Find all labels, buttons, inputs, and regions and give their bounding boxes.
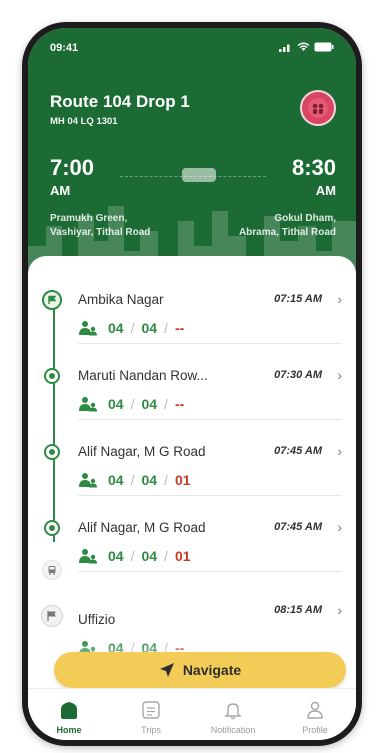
chevron-right-icon: › xyxy=(337,519,342,535)
signal-icon xyxy=(279,44,290,52)
from-address-line2: Vashiyar, Tithal Road xyxy=(50,227,151,238)
divider xyxy=(78,571,342,572)
profile-icon xyxy=(307,701,323,719)
count-separator: / xyxy=(130,548,135,564)
to-address-line2: Abrama, Tithal Road xyxy=(238,227,336,238)
status-bar: 09:41 xyxy=(50,42,334,58)
passenger-counts: 04 / 04 / -- xyxy=(78,320,184,336)
count-separator: / xyxy=(164,320,168,336)
count-absent: 01 xyxy=(174,472,191,488)
route-title: Route 104 Drop 1 xyxy=(50,92,190,111)
chevron-right-icon: › xyxy=(337,291,342,307)
passenger-counts: 04 / 04 / 01 xyxy=(78,548,191,564)
stop-dot-icon xyxy=(44,444,60,460)
stop-time: 07:45 AM xyxy=(274,521,322,533)
stop-time: 08:15 AM xyxy=(274,604,322,616)
count-onboard: 04 xyxy=(108,320,124,336)
count-separator: / xyxy=(130,320,135,336)
avatar[interactable] xyxy=(300,90,336,126)
count-onboard: 04 xyxy=(108,472,124,488)
count-separator: / xyxy=(130,396,135,412)
count-present: 04 xyxy=(141,472,158,488)
passengers-icon xyxy=(79,549,97,564)
stop-item[interactable]: Maruti Nandan Row... 07:30 AM › 04 / 04 … xyxy=(28,344,356,420)
bell-icon xyxy=(224,703,242,720)
stop-name: Uffizio xyxy=(78,612,116,627)
stop-item[interactable]: Alif Nagar, M G Road 07:45 AM › 04 / 04 … xyxy=(28,420,356,496)
stop-time: 07:45 AM xyxy=(274,445,322,457)
stop-item[interactable]: Ambika Nagar 07:15 AM › 04 / 04 / -- xyxy=(28,268,356,344)
end-time: 8:30 xyxy=(291,155,336,180)
finish-flag-icon xyxy=(41,605,63,627)
count-onboard: 04 xyxy=(108,396,124,412)
count-absent: -- xyxy=(174,396,185,412)
navigate-label: Navigate xyxy=(182,662,242,678)
battery-icon xyxy=(314,42,334,52)
navigation-arrow-icon xyxy=(159,663,174,677)
tab-label: Home xyxy=(56,725,82,735)
count-absent: -- xyxy=(174,320,185,336)
stop-time: 07:30 AM xyxy=(274,369,322,381)
tab-trips[interactable]: Trips xyxy=(110,691,192,740)
stop-name: Alif Nagar, M G Road xyxy=(78,520,206,535)
status-time: 09:41 xyxy=(50,42,79,54)
count-separator: / xyxy=(164,472,168,488)
from-address-line1: Pramukh Green, xyxy=(50,213,128,224)
navigate-button[interactable]: Navigate xyxy=(54,652,346,688)
user-avatar-icon xyxy=(308,98,328,118)
to-address-line1: Gokul Dham, xyxy=(274,213,336,224)
phone-frame: 09:41 Route 104 Drop 1 MH 04 LQ 1301 7:0… xyxy=(22,22,362,746)
start-time: 7:00 xyxy=(50,155,95,180)
tab-label: Profile xyxy=(302,725,328,735)
chevron-right-icon: › xyxy=(337,367,342,383)
trips-icon xyxy=(142,701,160,719)
app-screen: 09:41 Route 104 Drop 1 MH 04 LQ 1301 7:0… xyxy=(28,28,356,740)
stop-dot-icon xyxy=(44,368,60,384)
stop-name: Maruti Nandan Row... xyxy=(78,368,208,383)
stop-time: 07:15 AM xyxy=(274,293,322,305)
tab-label: Notification xyxy=(210,725,256,735)
start-time-ampm: AM xyxy=(50,183,71,198)
tab-home[interactable]: Home xyxy=(28,691,110,740)
from-address: Pramukh Green, Vashiyar, Tithal Road xyxy=(50,212,150,240)
count-separator: / xyxy=(164,548,168,564)
count-present: 04 xyxy=(141,548,158,564)
passengers-icon xyxy=(79,473,97,488)
chevron-right-icon: › xyxy=(337,443,342,459)
count-absent: 01 xyxy=(174,548,191,564)
end-time-ampm: AM xyxy=(315,183,336,198)
count-onboard: 04 xyxy=(108,548,124,564)
wifi-icon xyxy=(297,42,310,51)
count-separator: / xyxy=(164,396,168,412)
chevron-right-icon: › xyxy=(337,602,342,618)
stop-dot-icon xyxy=(44,520,60,536)
stop-name: Alif Nagar, M G Road xyxy=(78,444,206,459)
passenger-counts: 04 / 04 / 01 xyxy=(78,472,191,488)
tab-label: Trips xyxy=(141,725,161,735)
bottom-tab-bar: Home Trips Notification Profile xyxy=(28,688,356,740)
bus-progress-icon xyxy=(182,168,216,182)
bus-location-icon xyxy=(42,560,62,580)
passenger-counts: 04 / 04 / -- xyxy=(78,396,184,412)
stop-name: Ambika Nagar xyxy=(78,292,164,307)
passengers-icon xyxy=(79,397,97,412)
flag-icon xyxy=(42,290,62,310)
count-present: 04 xyxy=(141,320,158,336)
count-separator: / xyxy=(130,472,135,488)
to-address: Gokul Dham, Abrama, Tithal Road xyxy=(239,212,336,240)
stop-item[interactable]: Alif Nagar, M G Road 07:45 AM › 04 / 04 … xyxy=(28,496,356,572)
vehicle-number: MH 04 LQ 1301 xyxy=(50,116,118,127)
tab-notification[interactable]: Notification xyxy=(192,691,274,740)
count-present: 04 xyxy=(141,396,158,412)
home-icon xyxy=(61,702,77,719)
status-icons xyxy=(279,42,334,52)
passengers-icon xyxy=(79,321,97,336)
tab-profile[interactable]: Profile xyxy=(274,691,356,740)
